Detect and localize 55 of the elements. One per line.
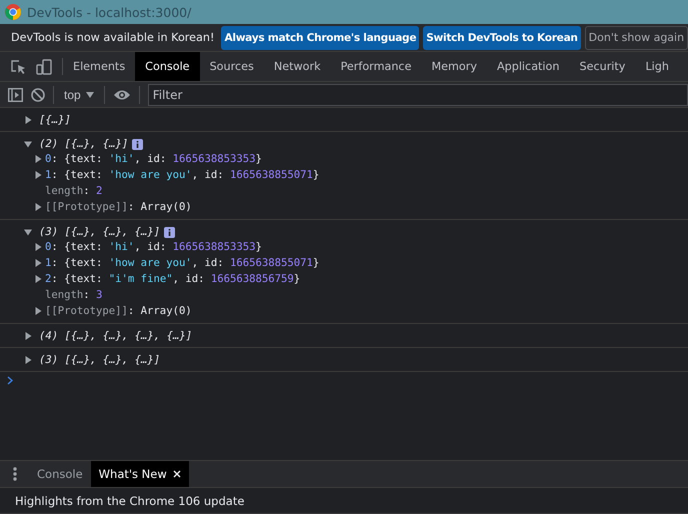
collapsed-triangle-icon[interactable] <box>24 332 32 340</box>
array-preview: (2) [{…}, {…}] <box>39 138 128 150</box>
panel-tab[interactable]: Performance <box>330 52 422 81</box>
filter-field[interactable]: Filter <box>148 84 688 106</box>
property-line: length: 2 <box>45 185 102 197</box>
property-line: 0: {text: 'hi', id: 1665638853353} <box>45 241 262 253</box>
more-menu-icon[interactable] <box>13 467 17 481</box>
collapsed-triangle-icon[interactable] <box>24 356 32 364</box>
panel-tab[interactable]: Elements <box>63 52 136 81</box>
property-line: [[Prototype]]: Array(0) <box>45 201 192 213</box>
chrome-logo-icon <box>5 4 21 20</box>
prompt-chevron-icon <box>7 376 13 385</box>
context-selector[interactable]: top <box>62 88 96 102</box>
panel-tab[interactable]: Memory <box>421 52 487 81</box>
collapsed-triangle-icon[interactable] <box>34 259 42 267</box>
property-line: 1: {text: 'how are you', id: 1665638855071} <box>45 169 320 181</box>
sidebar-toggle-icon[interactable] <box>8 88 23 102</box>
panel-tab[interactable]: Ligh <box>635 52 679 81</box>
drawer-tab[interactable]: What's New <box>90 461 189 487</box>
collapsed-triangle-icon[interactable] <box>34 275 42 283</box>
clear-console-icon[interactable] <box>31 88 45 102</box>
eye-icon[interactable] <box>112 88 131 100</box>
array-preview: (3) [{…}, {…}, {…}] <box>39 354 160 366</box>
collapsed-triangle-icon[interactable] <box>34 155 42 163</box>
close-icon[interactable] <box>172 470 181 478</box>
collapsed-triangle-icon[interactable] <box>34 171 42 179</box>
infobar-message: DevTools is now available in Korean! <box>11 31 214 44</box>
array-preview: (3) [{…}, {…}, {…}] <box>39 226 160 238</box>
drawer-tab[interactable]: Console <box>29 461 91 487</box>
expanded-triangle-icon[interactable] <box>24 228 32 236</box>
collapsed-triangle-icon[interactable] <box>24 116 32 124</box>
collapsed-triangle-icon[interactable] <box>34 307 42 315</box>
infobar-button[interactable]: Don't show again <box>584 26 688 50</box>
array-preview: [{…}] <box>39 114 71 126</box>
panel-tab[interactable]: Security <box>569 52 636 81</box>
window-title: DevTools - localhost:3000/ <box>27 4 192 20</box>
property-line: 2: {text: "i'm fine", id: 1665638856759} <box>45 273 300 285</box>
property-line: 1: {text: 'how are you', id: 1665638855071} <box>45 257 320 269</box>
whats-new-headline: Highlights from the Chrome 106 update <box>15 494 244 508</box>
device-toolbar-icon[interactable] <box>36 58 52 74</box>
property-line: [[Prototype]]: Array(0) <box>45 305 192 317</box>
caret-icon <box>86 92 94 98</box>
panel-tab[interactable]: Network <box>264 52 331 81</box>
array-preview: (4) [{…}, {…}, {…}, {…}] <box>39 330 192 342</box>
panel-tab[interactable]: Application <box>486 52 570 81</box>
infobar-button[interactable]: Always match Chrome's language <box>221 26 420 50</box>
property-line: 0: {text: 'hi', id: 1665638853353} <box>45 153 262 165</box>
panel-tab[interactable]: Console <box>135 52 200 81</box>
inspect-cursor-icon[interactable] <box>10 58 26 74</box>
collapsed-triangle-icon[interactable] <box>34 243 42 251</box>
expanded-triangle-icon[interactable] <box>24 140 32 148</box>
panel-tab[interactable]: Sources <box>200 52 264 81</box>
infobar-button[interactable]: Switch DevTools to Korean <box>423 26 581 50</box>
collapsed-triangle-icon[interactable] <box>34 203 42 211</box>
property-line: length: 3 <box>45 289 102 301</box>
